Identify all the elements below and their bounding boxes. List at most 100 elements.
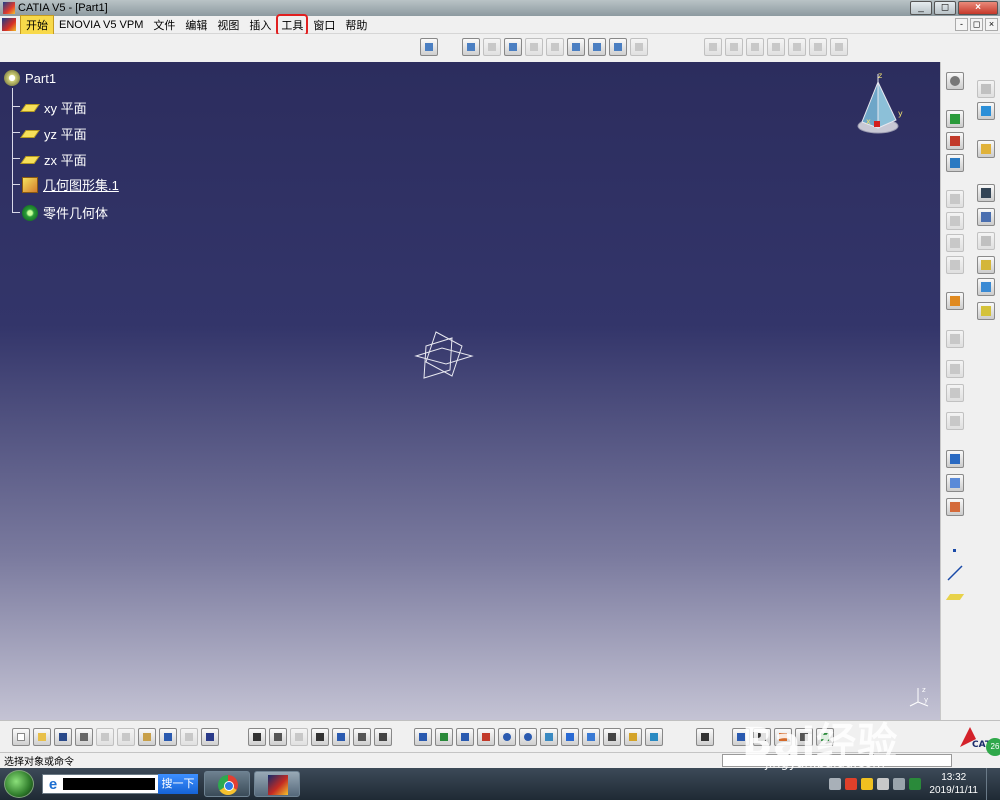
apply-material-icon[interactable] [977, 140, 995, 158]
menu-insert[interactable]: 插入 [244, 15, 276, 35]
clock[interactable]: 13:32 2019/11/11 [929, 771, 978, 797]
shell-icon[interactable] [767, 38, 785, 56]
menu-tools[interactable]: 工具 [276, 13, 309, 36]
shaft-right-icon[interactable] [977, 208, 995, 226]
tree-root-part1[interactable]: Part1 [4, 70, 56, 86]
paste-icon[interactable] [138, 728, 156, 746]
hole-icon[interactable] [546, 38, 564, 56]
3d-viewport[interactable]: Part1 xy 平面 yz 平面 zx 平面 几何图形集.1 零件几何体 z [0, 62, 940, 720]
shell-right-icon[interactable] [946, 256, 964, 274]
sketch-icon[interactable] [420, 38, 438, 56]
fillet-right-icon[interactable] [946, 190, 964, 208]
rotate-icon[interactable] [477, 728, 495, 746]
edge-fillet-icon[interactable] [704, 38, 722, 56]
minimize-button[interactable]: _ [910, 1, 932, 15]
restore-button[interactable]: ◻ [934, 1, 956, 15]
pan-icon[interactable] [456, 728, 474, 746]
search-button[interactable]: 搜一下 [158, 774, 198, 794]
tray-app2-icon[interactable] [861, 778, 874, 790]
redo-icon[interactable] [180, 728, 198, 746]
tray-app-icon[interactable] [845, 778, 858, 790]
menu-help[interactable]: 帮助 [340, 15, 372, 35]
notification-badge[interactable]: 26 [986, 738, 1000, 756]
undo-icon[interactable] [159, 728, 177, 746]
translate-icon[interactable] [946, 330, 964, 348]
pad-right-icon[interactable] [977, 184, 995, 202]
taskbar-catia[interactable] [254, 771, 300, 797]
tree-item-part-body[interactable]: 零件几何体 [22, 203, 108, 222]
copy-icon[interactable] [117, 728, 135, 746]
close-surface-icon[interactable] [630, 38, 648, 56]
multi-view-icon[interactable] [561, 728, 579, 746]
update-icon[interactable] [696, 728, 714, 746]
search-input-redacted[interactable] [63, 778, 155, 790]
tree-item-yz-plane[interactable]: yz 平面 [20, 124, 87, 143]
settings-gear-icon[interactable] [946, 72, 964, 90]
annotation-text-icon[interactable] [946, 450, 964, 468]
rib-icon[interactable] [567, 38, 585, 56]
menu-start[interactable]: 开始 [20, 14, 54, 35]
table-icon[interactable] [311, 728, 329, 746]
chamfer-icon[interactable] [725, 38, 743, 56]
catalog-icon[interactable] [977, 102, 995, 120]
comment-icon[interactable] [269, 728, 287, 746]
menu-enovia[interactable]: ENOVIA V5 VPM [54, 17, 148, 33]
shield-icon[interactable] [909, 778, 922, 790]
tree-item-zx-plane[interactable]: zx 平面 [20, 150, 87, 169]
network-icon[interactable] [893, 778, 906, 790]
pad-icon[interactable] [462, 38, 480, 56]
cut-icon[interactable] [96, 728, 114, 746]
hide-show-icon[interactable] [624, 728, 642, 746]
check-icon[interactable] [374, 728, 392, 746]
shaft-icon[interactable] [504, 38, 522, 56]
menu-edit[interactable]: 编辑 [180, 15, 212, 35]
tray-expand-icon[interactable] [829, 778, 842, 790]
fit-all-icon[interactable] [435, 728, 453, 746]
taskbar-chrome[interactable] [204, 771, 250, 797]
thickness-icon[interactable] [788, 38, 806, 56]
iso-view-icon[interactable] [582, 728, 600, 746]
pocket-icon[interactable] [483, 38, 501, 56]
constraint-icon[interactable] [946, 110, 964, 128]
point-icon[interactable] [946, 542, 964, 560]
knowledge-icon[interactable] [946, 154, 964, 172]
solid-combine-icon[interactable] [588, 38, 606, 56]
zoom-in-icon[interactable] [498, 728, 516, 746]
thread-icon[interactable] [809, 38, 827, 56]
measure-icon[interactable] [977, 80, 995, 98]
normal-view-icon[interactable] [540, 728, 558, 746]
chamfer-right-icon[interactable] [946, 212, 964, 230]
show-desktop-button[interactable] [986, 768, 996, 800]
swap-visible-icon[interactable] [645, 728, 663, 746]
zoom-out-icon[interactable] [519, 728, 537, 746]
doc-close-button[interactable]: × [985, 18, 998, 31]
volume-icon[interactable] [877, 778, 890, 790]
formula-icon[interactable] [946, 132, 964, 150]
tree-structure-icon[interactable] [332, 728, 350, 746]
tree-item-geometrical-set[interactable]: 几何图形集.1 [22, 175, 119, 194]
fly-mode-icon[interactable] [414, 728, 432, 746]
scan-icon[interactable] [353, 728, 371, 746]
flag-note-icon[interactable] [946, 474, 964, 492]
menu-window[interactable]: 窗口 [308, 15, 340, 35]
shading-icon[interactable] [603, 728, 621, 746]
3d-annotation-icon[interactable] [946, 498, 964, 516]
multi-section-icon[interactable] [977, 302, 995, 320]
doc-minimize-button[interactable]: - [955, 18, 968, 31]
mirror-icon[interactable] [946, 360, 964, 378]
pattern-icon[interactable] [946, 384, 964, 402]
start-button[interactable] [4, 770, 34, 798]
select-arrow-icon[interactable] [946, 292, 964, 310]
close-button[interactable]: × [958, 1, 998, 15]
stiffener-icon[interactable] [977, 278, 995, 296]
thick-surface-icon[interactable] [609, 38, 627, 56]
hole-right-icon[interactable] [977, 232, 995, 250]
print-icon[interactable] [75, 728, 93, 746]
groove-icon[interactable] [525, 38, 543, 56]
scaling-icon[interactable] [946, 412, 964, 430]
rib-right-icon[interactable] [977, 256, 995, 274]
save-icon[interactable] [54, 728, 72, 746]
tree-item-xy-plane[interactable]: xy 平面 [20, 98, 87, 117]
formula-fx-icon[interactable] [248, 728, 266, 746]
draft-icon[interactable] [746, 38, 764, 56]
